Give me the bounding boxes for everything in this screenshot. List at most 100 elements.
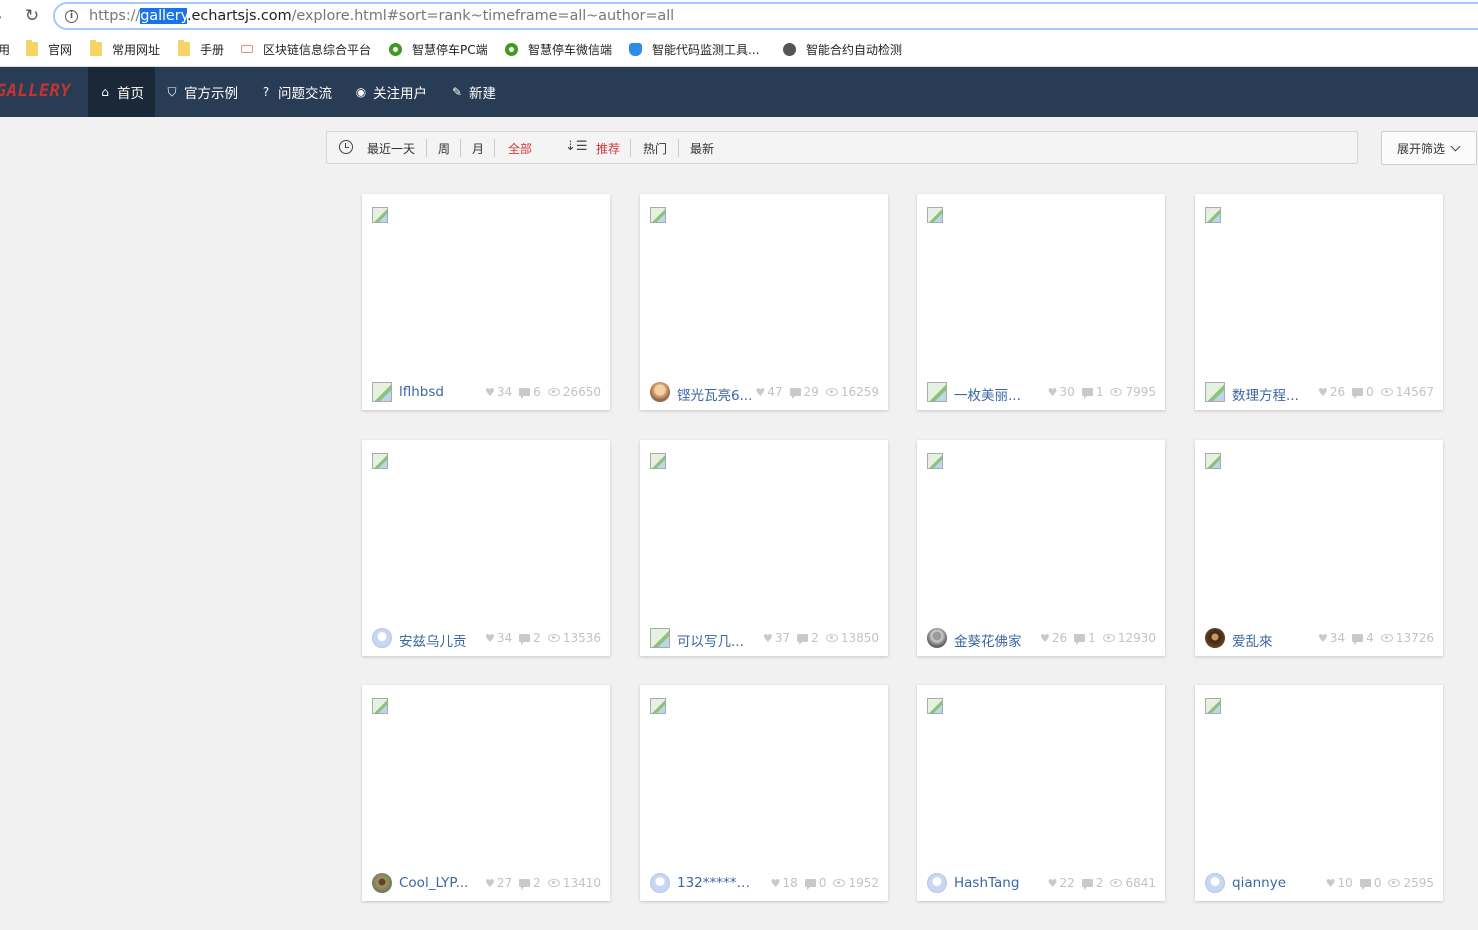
likes-stat[interactable]: ♥ 18	[771, 876, 798, 890]
author-name[interactable]: 铿光瓦亮6...	[677, 384, 755, 404]
chart-thumbnail[interactable]	[927, 207, 943, 223]
author-name[interactable]: 数理方程...	[1232, 384, 1310, 404]
likes-stat[interactable]: ♥ 34	[485, 385, 512, 399]
chart-card[interactable]: 可以写几... ♥ 37 2 13850	[640, 440, 888, 656]
author-name[interactable]: 可以写几...	[677, 630, 755, 650]
author-name[interactable]: 金葵花佛家	[954, 630, 1032, 650]
sort-hot[interactable]: 热门	[643, 140, 667, 157]
likes-stat[interactable]: ♥ 34	[485, 631, 512, 645]
chart-card[interactable]: 一枚美丽... ♥ 30 1 7995	[917, 194, 1165, 410]
likes-stat[interactable]: ♥ 27	[485, 876, 512, 890]
chart-card[interactable]: 数理方程... ♥ 26 0 14567	[1195, 194, 1443, 410]
reload-icon[interactable]: ↻	[22, 6, 42, 26]
card-stats: ♥ 26 0 14567	[1311, 385, 1434, 399]
author-name[interactable]: 爱乱來	[1232, 630, 1310, 650]
bookmark-item[interactable]: 用	[0, 41, 10, 57]
expand-filter-button[interactable]: 展开筛选	[1381, 131, 1477, 165]
chart-thumbnail[interactable]	[650, 207, 666, 223]
likes-stat[interactable]: ♥ 26	[1040, 631, 1067, 645]
chart-card[interactable]: 安兹乌儿贡 ♥ 34 2 13536	[362, 440, 610, 656]
chart-thumbnail[interactable]	[372, 207, 388, 223]
nav-following[interactable]: ◉ 关注用户	[354, 67, 427, 117]
avatar[interactable]	[372, 382, 392, 402]
avatar[interactable]	[1205, 382, 1225, 402]
url-text[interactable]: https://gallery.echartsjs.com/explore.ht…	[89, 8, 674, 24]
chart-thumbnail[interactable]	[927, 698, 943, 714]
chart-card[interactable]: 金葵花佛家 ♥ 26 1 12930	[917, 440, 1165, 656]
avatar[interactable]	[650, 382, 670, 402]
card-footer: 安兹乌儿贡 ♥ 34 2 13536	[362, 620, 610, 656]
filter-week[interactable]: 周	[438, 140, 450, 157]
avatar[interactable]	[1205, 873, 1225, 893]
views-stat: 13536	[547, 631, 601, 645]
chart-thumbnail[interactable]	[1205, 698, 1221, 714]
likes-stat[interactable]: ♥ 30	[1048, 385, 1075, 399]
chart-thumbnail[interactable]	[372, 453, 388, 469]
avatar[interactable]	[927, 382, 947, 402]
nav-new[interactable]: ✎ 新建	[450, 67, 496, 117]
filter-bar: 最近一天 周 月 全部 ⇣☰ 推荐 热门 最新	[326, 131, 1358, 164]
filter-all[interactable]: 全部	[508, 140, 532, 157]
filter-month[interactable]: 月	[472, 140, 484, 157]
chart-thumbnail[interactable]	[1205, 207, 1221, 223]
sort-recommended[interactable]: 推荐	[596, 140, 620, 157]
avatar[interactable]	[650, 873, 670, 893]
author-name[interactable]: qiannye	[1232, 875, 1310, 891]
nav-official-examples[interactable]: ⛉ 官方示例	[165, 67, 238, 117]
forward-arrow-icon[interactable]: ›	[0, 7, 10, 26]
chart-thumbnail[interactable]	[927, 453, 943, 469]
comments-stat: 2	[519, 876, 541, 890]
chart-thumbnail[interactable]	[1205, 453, 1221, 469]
likes-stat[interactable]: ♥ 47	[755, 385, 782, 399]
avatar[interactable]	[927, 873, 947, 893]
likes-stat[interactable]: ♥ 22	[1048, 876, 1075, 890]
filter-day[interactable]: 最近一天	[367, 140, 415, 157]
avatar[interactable]	[1205, 628, 1225, 648]
heart-icon: ♥	[485, 631, 495, 645]
avatar[interactable]	[372, 873, 392, 893]
likes-stat[interactable]: ♥ 10	[1326, 876, 1353, 890]
author-name[interactable]: lflhbsd	[399, 384, 477, 400]
nav-questions[interactable]: ? 问题交流	[259, 67, 332, 117]
avatar[interactable]	[927, 628, 947, 648]
chart-thumbnail[interactable]	[650, 698, 666, 714]
likes-stat[interactable]: ♥ 37	[763, 631, 790, 645]
bookmark-item[interactable]: 智能代码监测工具...	[629, 41, 759, 57]
chart-card[interactable]: 铿光瓦亮6... ♥ 47 29 16259	[640, 194, 888, 410]
chart-thumbnail[interactable]	[650, 453, 666, 469]
chart-card[interactable]: lflhbsd ♥ 34 6 26650	[362, 194, 610, 410]
bookmark-item[interactable]: 官网	[26, 40, 72, 57]
card-stats: ♥ 34 4 13726	[1311, 631, 1434, 645]
comment-icon	[1081, 388, 1093, 399]
card-footer: Cool_LYP... ♥ 27 2 13410	[362, 865, 610, 901]
author-name[interactable]: Cool_LYP...	[399, 875, 477, 891]
chart-card[interactable]: qiannye ♥ 10 0 2595	[1195, 685, 1443, 901]
author-name[interactable]: 132******50	[677, 875, 755, 891]
author-name[interactable]: 一枚美丽...	[954, 384, 1032, 404]
bookmark-item[interactable]: 手册	[178, 40, 224, 57]
likes-stat[interactable]: ♥ 34	[1318, 631, 1345, 645]
author-name[interactable]: 安兹乌儿贡	[399, 630, 477, 650]
sort-latest[interactable]: 最新	[690, 140, 714, 157]
info-icon[interactable]: i	[65, 9, 78, 23]
bookmark-item[interactable]: 智慧停车微信端	[505, 41, 612, 57]
bookmark-item[interactable]: 智慧停车PC端	[389, 41, 488, 57]
card-stats: ♥ 22 2 6841	[1041, 876, 1156, 890]
chart-card[interactable]: 132******50 ♥ 18 0 1952	[640, 685, 888, 901]
chart-card[interactable]: 爱乱來 ♥ 34 4 13726	[1195, 440, 1443, 656]
bookmark-item[interactable]: 智能合约自动检测	[783, 41, 902, 57]
chart-card[interactable]: HashTang ♥ 22 2 6841	[917, 685, 1165, 901]
bookmark-item[interactable]: 常用网址	[90, 40, 160, 57]
gallery-logo[interactable]: GALLERY	[0, 81, 71, 101]
address-bar[interactable]: i https://gallery.echartsjs.com/explore.…	[53, 2, 1478, 30]
comment-icon	[804, 879, 816, 890]
author-name[interactable]: HashTang	[954, 875, 1032, 891]
bookmark-item[interactable]: 区块链信息综合平台	[241, 41, 371, 57]
chart-card[interactable]: Cool_LYP... ♥ 27 2 13410	[362, 685, 610, 901]
avatar[interactable]	[372, 628, 392, 648]
comments-stat: 29	[789, 385, 819, 399]
likes-stat[interactable]: ♥ 26	[1318, 385, 1345, 399]
nav-home[interactable]: ⌂ 首页	[88, 67, 155, 117]
avatar[interactable]	[650, 628, 670, 648]
chart-thumbnail[interactable]	[372, 698, 388, 714]
